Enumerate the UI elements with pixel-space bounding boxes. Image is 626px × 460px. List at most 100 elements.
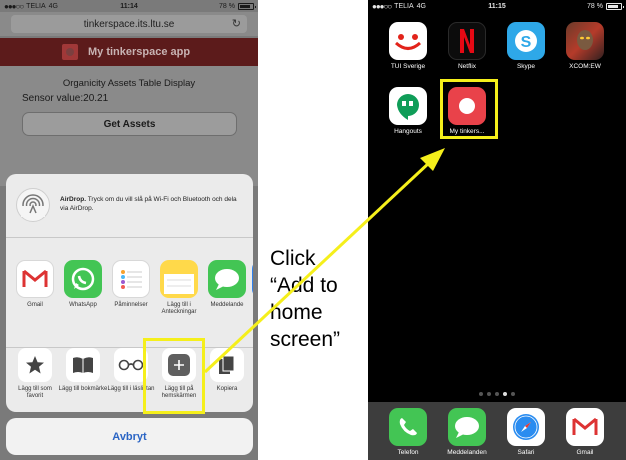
page-dot (487, 392, 491, 396)
battery-icon (237, 2, 256, 10)
action-favorite[interactable]: Lägg till som favorit (12, 348, 58, 412)
action-favorite-label: Lägg till som favorit (18, 386, 52, 399)
dock-app-safari[interactable]: Safari (500, 408, 552, 456)
skype-label: Skype (516, 63, 536, 70)
share-gmail-label: Gmail (27, 302, 43, 308)
safari-label: Safari (517, 449, 535, 456)
highlight-box-add-to-home (143, 338, 205, 414)
netflix-icon (448, 22, 486, 60)
instruction-line-4: screen” (270, 328, 341, 351)
share-actions-row: Lägg till som favorit Lägg till bokmärke… (6, 348, 253, 412)
airdrop-row[interactable]: AirDrop. Tryck om du vill slå på Wi-Fi o… (6, 174, 253, 238)
share-messages-label: Meddelande (210, 302, 244, 308)
reload-icon[interactable]: ↻ (232, 17, 241, 30)
instruction-line-1: Click (270, 247, 316, 270)
cancel-button[interactable]: Avbryt (6, 418, 253, 455)
instruction-line-3: home (270, 301, 323, 324)
action-bookmark[interactable]: Lägg till bokmärke (58, 348, 108, 412)
action-copy[interactable]: Kopiera (204, 348, 250, 412)
url-field[interactable]: tinkerspace.its.ltu.se ↻ (11, 15, 247, 33)
screenshot-composite: ●●●○○ TELIA 4G 11:14 78 % tinkerspace.it… (0, 0, 626, 460)
instruction-line-2: “Add to (270, 274, 338, 297)
airdrop-description: AirDrop. Tryck om du vill slå på Wi-Fi o… (60, 196, 237, 212)
app-header: My tinkerspace app (0, 38, 258, 66)
gmail-label: Gmail (576, 449, 594, 456)
share-notes-label: Lägg till i Anteckningar (161, 302, 197, 315)
share-gmail[interactable]: Gmail (12, 260, 58, 347)
xcom-icon (566, 22, 604, 60)
action-copy-label: Kopiera (216, 386, 238, 392)
home-app-tui[interactable]: TUI Sverige (382, 22, 434, 70)
page-dot-active (503, 392, 507, 396)
signal-icon: ●●●○○ (372, 1, 392, 11)
book-icon (66, 348, 100, 382)
home-app-xcom[interactable]: XCOM:EW (559, 22, 611, 70)
home-app-hangouts[interactable]: Hangouts (382, 87, 434, 135)
airdrop-icon[interactable] (16, 188, 50, 222)
page-dot (479, 392, 483, 396)
status-bar: ●●●○○ TELIA 4G 11:14 78 % (0, 0, 258, 12)
share-sheet: AirDrop. Tryck om du vill slå på Wi-Fi o… (6, 174, 253, 412)
gmail-icon (16, 260, 54, 298)
messages-label: Meddelanden (447, 449, 487, 456)
phone-icon (389, 408, 427, 446)
clock: 11:14 (120, 2, 138, 10)
page-title: Organicity Assets Table Display (62, 78, 196, 89)
app-logo-icon (62, 44, 78, 60)
tui-label: TUI Sverige (390, 63, 426, 70)
notes-icon (160, 260, 198, 298)
dock-app-phone[interactable]: Telefon (382, 408, 434, 456)
dock: Telefon Meddelanden Safari Gmail (368, 402, 626, 460)
more-app-icon (252, 260, 253, 298)
share-more-partial[interactable] (252, 260, 253, 347)
right-phone-screen: ●●●○○ TELIA 4G 11:15 78 % TUI Sverige Ne… (368, 0, 626, 460)
dock-app-messages[interactable]: Meddelanden (441, 408, 493, 456)
share-notes[interactable]: Lägg till i Anteckningar (156, 260, 202, 347)
network-label: 4G (48, 2, 58, 10)
tui-icon (389, 22, 427, 60)
highlight-box-new-app (440, 79, 498, 139)
hangouts-icon (389, 87, 427, 125)
app-title: My tinkerspace app (88, 46, 191, 58)
copy-icon (210, 348, 244, 382)
page-dot (511, 392, 515, 396)
whatsapp-icon (64, 260, 102, 298)
sensor-value: Sensor value:20.21 (22, 93, 109, 104)
page-indicator (368, 392, 626, 396)
messages-icon (448, 408, 486, 446)
netflix-label: Netflix (457, 63, 477, 70)
reminders-icon (112, 260, 150, 298)
gmail-icon (566, 408, 604, 446)
page-body: Organicity Assets Table Display Sensor v… (0, 66, 258, 186)
safari-icon (507, 408, 545, 446)
carrier-label: TELIA (26, 2, 46, 10)
share-apps-row: Gmail WhatsApp Påminnelser Lägg till i A… (6, 260, 253, 348)
status-bar: ●●●○○ TELIA 4G 11:15 78 % (368, 0, 626, 12)
home-app-skype[interactable]: S Skype (500, 22, 552, 70)
svg-text:S: S (521, 34, 532, 51)
carrier-label: TELIA (394, 2, 414, 10)
browser-url-bar: tinkerspace.its.ltu.se ↻ (0, 12, 258, 36)
dock-app-gmail[interactable]: Gmail (559, 408, 611, 456)
left-phone-screen: ●●●○○ TELIA 4G 11:14 78 % tinkerspace.it… (0, 0, 258, 460)
url-text: tinkerspace.its.ltu.se (83, 18, 175, 30)
share-messages[interactable]: Meddelande (204, 260, 250, 347)
battery-label: 78 % (219, 2, 235, 10)
battery-icon (605, 2, 624, 10)
page-dot (495, 392, 499, 396)
battery-label: 78 % (587, 2, 603, 10)
clock: 11:15 (488, 2, 506, 10)
action-bookmark-label: Lägg till bokmärke (58, 386, 108, 392)
hangouts-label: Hangouts (394, 128, 422, 135)
share-reminders[interactable]: Påminnelser (108, 260, 154, 347)
skype-icon: S (507, 22, 545, 60)
get-assets-button[interactable]: Get Assets (22, 112, 237, 136)
share-whatsapp[interactable]: WhatsApp (60, 260, 106, 347)
share-whatsapp-label: WhatsApp (69, 302, 97, 308)
home-app-netflix[interactable]: Netflix (441, 22, 493, 70)
xcom-label: XCOM:EW (569, 63, 601, 70)
instruction-note: Click “Add to home screen” (270, 245, 370, 353)
signal-icon: ●●●○○ (4, 1, 24, 11)
messages-icon (208, 260, 246, 298)
network-label: 4G (416, 2, 426, 10)
